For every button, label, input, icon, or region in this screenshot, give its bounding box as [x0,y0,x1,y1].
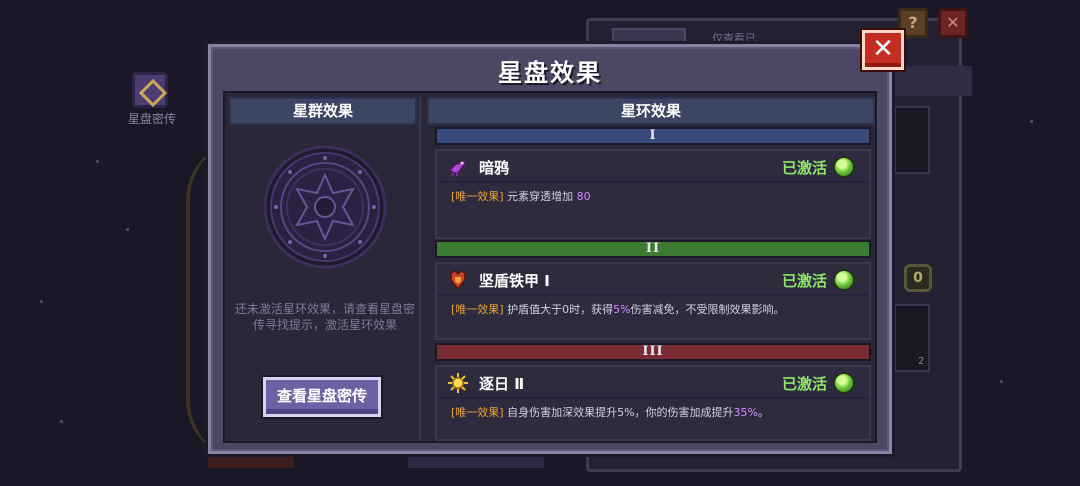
ring-tier-banner: II [435,240,871,258]
background-star [1000,380,1003,383]
background-item-slot [894,106,930,174]
star-chart-lore-label: 星盘密传 [127,112,176,126]
active-indicator-icon [833,156,855,178]
unique-effect-tag: [唯一效果] [451,406,504,419]
cluster-effects-header: 星群效果 [229,97,417,125]
dialog-content: 星群效果 还未激活星环效果，请查看星盘密传寻找提示，激活星环效果 查看星盘密传 … [223,91,877,443]
active-indicator-icon [833,372,855,394]
desc-text: 护盾值大于0时，获得 [503,303,614,316]
background-item-slot [894,304,930,372]
ring-description: [唯一效果] 护盾值大于0时，获得5%伤害减免，不受限制效果影响。 [437,296,869,338]
ring-card: 坚盾铁甲 Ⅰ 已激活 [唯一效果] 护盾值大于0时，获得5%伤害减免，不受限制效… [435,262,871,340]
desc-value: 35% [733,406,758,419]
desc-text: 自身伤害加深效果提升5%，你的伤害加成提升 [503,406,734,419]
background-strip [892,66,972,96]
ring-tier-banner: III [435,343,871,361]
star-disc-icon [263,145,387,269]
unique-effect-tag: [唯一效果] [451,303,504,316]
ring-entry: I 暗鸦 已激活 [唯一效果] 元素穿透增加 80 [435,127,871,239]
ring-status: 已激活 [781,375,827,393]
background-star [96,160,99,163]
ring-name: 逐日 Ⅱ [479,375,525,393]
ring-description: [唯一效果] 元素穿透增加 80 [437,183,869,237]
ring-status: 已激活 [781,272,827,290]
star-chart-effects-dialog: 星盘效果 星群效果 还未激活星环效果，请查看星盘密传寻找提示，激活星环效果 查看… [208,44,892,454]
desc-text: 伤害减免，不受限制效果影响。 [630,303,785,316]
ring-tier-banner: I [435,127,871,145]
desc-text: 。 [758,406,769,419]
cluster-effects-column: 星群效果 还未激活星环效果，请查看星盘密传寻找提示，激活星环效果 查看星盘密传 [229,97,421,441]
star-chart-lore-emblem[interactable] [132,72,168,108]
ring-card: 暗鸦 已激活 [唯一效果] 元素穿透增加 80 [435,149,871,239]
coin-icon: 0 [904,264,932,292]
background-slot-count: 2 [918,356,925,367]
background-close-icon[interactable]: ✕ [938,8,968,38]
ring-status: 已激活 [781,159,827,177]
background-bottom-button [208,452,294,468]
ring-entry: III 逐日 Ⅱ 已激活 [唯一效果] 自身伤害加深效果提升5%，你的伤害加成提… [435,343,871,441]
active-indicator-icon [833,269,855,291]
sun-icon [448,373,468,393]
unique-effect-tag: [唯一效果] [451,190,504,203]
background-star [126,228,129,231]
ring-card: 逐日 Ⅱ 已激活 [唯一效果] 自身伤害加深效果提升5%，你的伤害加成提升35%… [435,365,871,441]
ring-description: [唯一效果] 自身伤害加深效果提升5%，你的伤害加成提升35%。 [437,399,869,439]
ring-name: 暗鸦 [479,159,510,177]
cluster-hint-text: 还未激活星环效果，请查看星盘密传寻找提示，激活星环效果 [235,302,416,332]
background-bottom-button [408,452,544,468]
background-star [60,420,63,423]
desc-text: 元素穿透增加 [503,190,577,203]
ring-entry: II 坚盾铁甲 Ⅰ 已激活 [唯一效果] 护盾值大于0时，获得5%伤害减免，不受… [435,240,871,340]
desc-value: 80 [576,190,591,203]
background-star [1030,120,1033,123]
view-star-chart-lore-button[interactable]: 查看星盘密传 [263,377,381,417]
ring-name: 坚盾铁甲 Ⅰ [479,272,550,290]
shield-armor-icon [450,270,466,291]
ring-effects-header: 星环效果 [427,97,875,125]
crow-icon [448,158,466,177]
ring-effects-list[interactable]: I 暗鸦 已激活 [唯一效果] 元素穿透增加 80 II 坚盾铁甲 Ⅰ 已激活 … [435,127,871,443]
desc-value: 5% [613,303,631,316]
dialog-title: 星盘效果 [498,59,602,87]
close-dialog-button[interactable]: ✕ [862,30,904,70]
background-star [40,300,43,303]
